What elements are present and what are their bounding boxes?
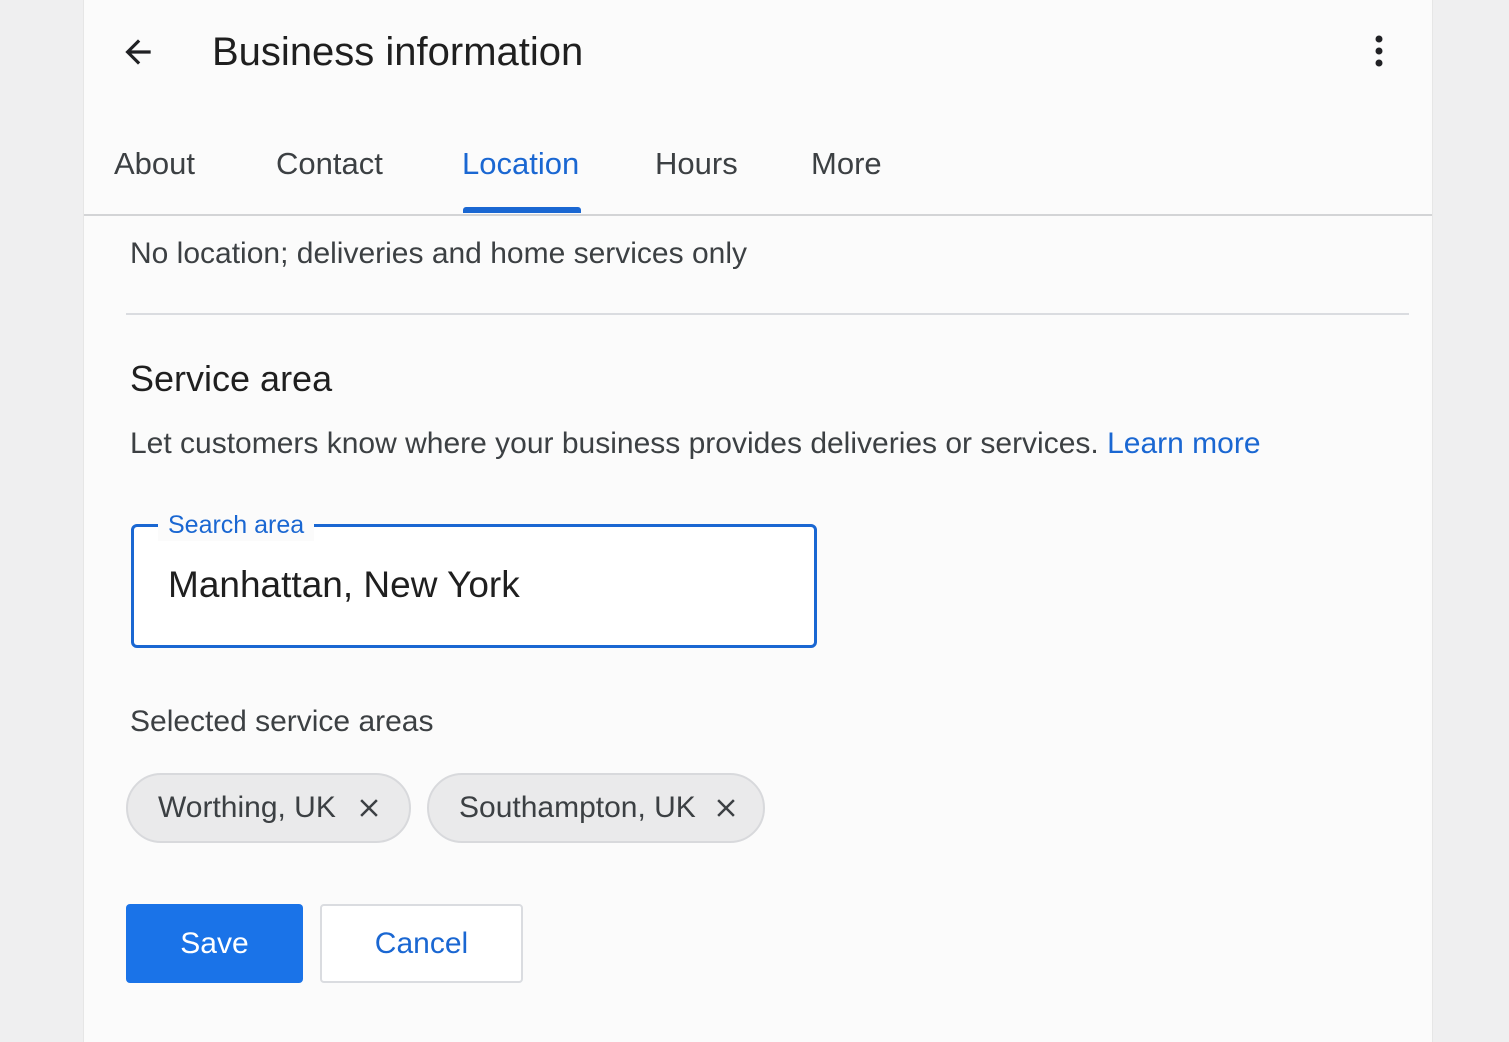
tab-more[interactable]: More bbox=[811, 144, 882, 184]
close-icon bbox=[717, 799, 736, 817]
service-area-chip-southampton: Southampton, UK bbox=[427, 773, 765, 843]
more-vert-icon bbox=[1375, 35, 1383, 67]
more-options-button[interactable] bbox=[1354, 26, 1404, 76]
learn-more-link[interactable]: Learn more bbox=[1107, 427, 1260, 460]
remove-worthing-button[interactable] bbox=[350, 788, 389, 828]
chip-label: Southampton, UK bbox=[459, 791, 696, 824]
location-option-text: No location; deliveries and home service… bbox=[130, 237, 747, 270]
save-button[interactable]: Save bbox=[126, 904, 303, 983]
search-area-field[interactable]: Search area bbox=[131, 509, 817, 648]
cancel-button[interactable]: Cancel bbox=[320, 904, 523, 983]
header-bar: Business information bbox=[84, 0, 1432, 104]
service-area-heading: Service area bbox=[130, 358, 333, 399]
selected-service-areas-label: Selected service areas bbox=[130, 705, 434, 738]
tab-about[interactable]: About bbox=[114, 144, 195, 184]
tab-location[interactable]: Location bbox=[462, 144, 579, 184]
remove-southampton-button[interactable] bbox=[710, 788, 743, 828]
tab-contact[interactable]: Contact bbox=[276, 144, 383, 184]
service-area-description: Let customers know where your business p… bbox=[130, 424, 1261, 464]
tab-hours[interactable]: Hours bbox=[655, 144, 738, 184]
close-icon bbox=[360, 799, 379, 817]
section-divider bbox=[126, 313, 1409, 315]
business-information-panel: Business information About Contact Locat… bbox=[84, 0, 1432, 1042]
back-button[interactable] bbox=[112, 26, 164, 78]
active-tab-indicator bbox=[463, 207, 581, 213]
chip-label: Worthing, UK bbox=[158, 791, 336, 824]
service-area-description-text: Let customers know where your business p… bbox=[130, 427, 1099, 460]
arrow-back-icon bbox=[125, 39, 151, 65]
service-area-chip-worthing: Worthing, UK bbox=[126, 773, 411, 843]
page-title: Business information bbox=[212, 30, 584, 74]
search-area-label: Search area bbox=[158, 509, 315, 541]
search-area-input[interactable] bbox=[168, 559, 788, 611]
tab-bar: About Contact Location Hours More bbox=[84, 104, 1432, 216]
